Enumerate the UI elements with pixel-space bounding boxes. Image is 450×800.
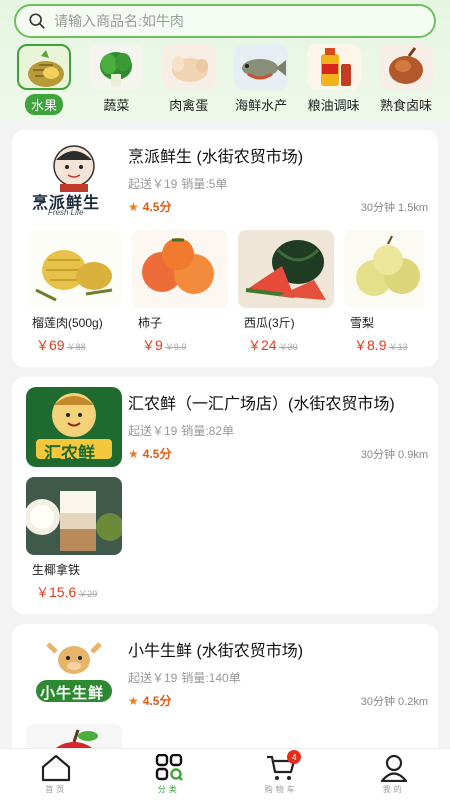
- shop-rating: ★ 4.5分: [128, 199, 172, 215]
- min-order: 起送￥19: [128, 424, 178, 438]
- tab-label: 首页: [45, 785, 68, 794]
- tab-cart[interactable]: 4 购物车: [241, 750, 321, 795]
- search-icon: [29, 13, 45, 29]
- goods-item[interactable]: 雪梨 ￥8.9 ￥13: [344, 230, 424, 355]
- goods-original-price: ￥9.9: [164, 342, 187, 352]
- min-order: 起送￥19: [128, 671, 178, 685]
- sales-count: 销量:5单: [181, 177, 228, 191]
- delivery-distance: 30分钟 1.5km: [360, 201, 428, 214]
- goods-list[interactable]: [26, 724, 424, 748]
- category-label: 熟食卤味: [379, 98, 432, 113]
- watermelon-image: [238, 230, 334, 308]
- star-icon: ★: [128, 199, 139, 214]
- goods-name: 雪梨: [350, 316, 375, 330]
- goods-item[interactable]: 生椰拿铁 ￥15.6 ￥29: [26, 477, 122, 602]
- roast-duck-thumb-icon: [378, 44, 433, 90]
- goods-list[interactable]: 生椰拿铁 ￥15.6 ￥29: [26, 477, 424, 602]
- category-seafood[interactable]: 海鲜水产: [231, 44, 291, 115]
- poultry-thumb-icon: [161, 44, 216, 90]
- sales-count: 销量:82单: [181, 424, 235, 438]
- category-label: 肉禽蛋: [169, 98, 209, 113]
- persimmon-image: [132, 230, 228, 308]
- shop-logo-text: 小牛生鲜: [40, 685, 105, 702]
- tab-home[interactable]: 首页: [16, 754, 96, 795]
- shop-logo: 烹派鲜生 Fresh Life: [26, 140, 122, 220]
- fish-thumb-icon: [234, 44, 289, 90]
- goods-original-price: ￥30: [278, 342, 298, 352]
- goods-item[interactable]: [26, 724, 122, 748]
- shop-rating: ★ 4.5分: [128, 446, 172, 462]
- shop-card[interactable]: 小牛生鲜 小牛生鲜 (水街农贸市场) 起送￥19 销量:140单 ★ 4.5分 30…: [12, 624, 438, 748]
- goods-name: 柿子: [138, 316, 163, 330]
- tab-me[interactable]: 我的: [354, 754, 434, 795]
- tab-category[interactable]: 分类: [129, 754, 209, 795]
- shop-name: 汇农鲜（一汇广场店）(水街农贸市场): [128, 396, 395, 413]
- star-icon: ★: [128, 446, 139, 461]
- durian-thumb-icon: [17, 44, 71, 90]
- goods-original-price: ￥88: [66, 342, 86, 352]
- goods-price: ￥69: [36, 337, 65, 353]
- category-fruit[interactable]: 水果: [14, 44, 74, 115]
- search-bar[interactable]: [14, 4, 436, 38]
- oil-thumb-icon: [306, 44, 361, 90]
- delivery-distance: 30分钟 0.2km: [360, 695, 428, 708]
- tab-label: 我的: [382, 785, 405, 794]
- goods-price: ￥9: [142, 337, 163, 353]
- goods-name: 西瓜(3斤): [244, 316, 295, 330]
- category-bar: 水果 蔬菜 肉禽蛋 海鲜水产 粮油调味 熟食卤味: [14, 44, 436, 115]
- shop-list[interactable]: 烹派鲜生 Fresh Life 烹派鲜生 (水街农贸市场) 起送￥19 销量:5单…: [0, 126, 450, 748]
- goods-price: ￥8.9: [354, 337, 387, 353]
- shop-name: 烹派鲜生 (水街农贸市场): [128, 149, 304, 166]
- coconut-latte-image: [26, 477, 122, 555]
- apple-image: [26, 724, 122, 748]
- cart-badge: 4: [287, 750, 302, 764]
- shop-card[interactable]: 烹派鲜生 Fresh Life 烹派鲜生 (水街农贸市场) 起送￥19 销量:5单…: [12, 130, 438, 367]
- category-label: 海鲜水产: [235, 98, 288, 113]
- bottom-tab-bar: 首页 分类 4 购物车 我的: [0, 748, 450, 800]
- search-input[interactable]: [54, 13, 394, 29]
- shop-logo: 小牛生鲜: [26, 634, 122, 714]
- goods-original-price: ￥29: [78, 589, 98, 599]
- durian-image: [26, 230, 122, 308]
- tab-label: 分类: [157, 785, 180, 794]
- user-icon: [380, 754, 407, 782]
- shop-card[interactable]: 汇农鲜 汇农鲜（一汇广场店）(水街农贸市场) 起送￥19 销量:82单 ★ 4.5分…: [12, 377, 438, 614]
- category-label: 水果: [24, 94, 63, 115]
- category-cooked-food[interactable]: 熟食卤味: [376, 44, 436, 115]
- pear-image: [344, 230, 424, 308]
- header: 水果 蔬菜 肉禽蛋 海鲜水产 粮油调味: [0, 0, 450, 121]
- home-icon: [42, 754, 71, 782]
- goods-list[interactable]: 榴莲肉(500g) ￥69 ￥88 柿子 ￥9 ￥9.9 西瓜(3斤) ￥24 ￥30: [26, 230, 424, 355]
- goods-name: 榴莲肉(500g): [32, 316, 103, 330]
- category-vegetable[interactable]: 蔬菜: [86, 44, 146, 115]
- category-label: 蔬菜: [103, 98, 130, 113]
- category-label: 粮油调味: [307, 98, 360, 113]
- min-order: 起送￥19: [128, 177, 178, 191]
- category-icon: [155, 754, 183, 781]
- star-icon: ★: [128, 693, 139, 708]
- goods-name: 生椰拿铁: [32, 563, 81, 577]
- shop-logo: 汇农鲜: [26, 387, 122, 467]
- goods-item[interactable]: 柿子 ￥9 ￥9.9: [132, 230, 228, 355]
- shop-logo-subtext: Fresh Life: [48, 208, 84, 217]
- sales-count: 销量:140单: [181, 671, 241, 685]
- goods-price: ￥24: [248, 337, 277, 353]
- goods-item[interactable]: 西瓜(3斤) ￥24 ￥30: [238, 230, 334, 355]
- tab-label: 购物车: [264, 785, 298, 794]
- category-meat-egg[interactable]: 肉禽蛋: [159, 44, 219, 115]
- vegetable-thumb-icon: [89, 44, 144, 90]
- goods-original-price: ￥13: [388, 342, 408, 352]
- shop-name: 小牛生鲜 (水街农贸市场): [128, 643, 304, 660]
- goods-item[interactable]: 榴莲肉(500g) ￥69 ￥88: [26, 230, 122, 355]
- shop-logo-text: 汇农鲜: [44, 444, 95, 463]
- delivery-distance: 30分钟 0.9km: [360, 448, 428, 461]
- category-grain-oil[interactable]: 粮油调味: [304, 44, 364, 115]
- goods-price: ￥15.6: [36, 584, 77, 600]
- shop-rating: ★ 4.5分: [128, 693, 172, 709]
